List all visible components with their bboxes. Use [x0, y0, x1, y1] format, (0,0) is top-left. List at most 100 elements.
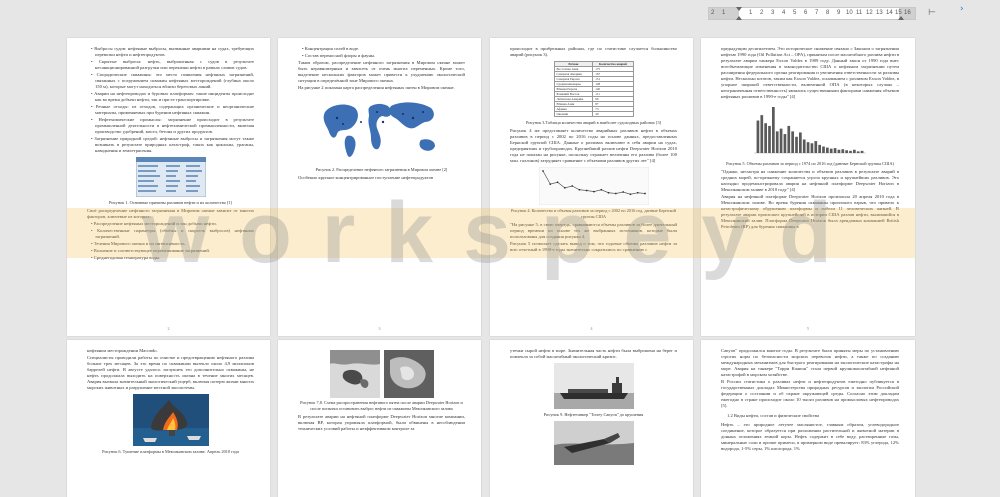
ruler-tick: 6 — [804, 10, 808, 16]
page-number: 4 — [590, 326, 593, 331]
paragraph: Речные отходы: из отходов, содержащих ор… — [87, 104, 254, 116]
chevron-right-icon[interactable]: › — [960, 4, 964, 14]
document-page-5[interactable]: предыдущим десятилетием. Это историческо… — [701, 38, 915, 336]
list-item: Среднегодовая температура воды. — [87, 255, 254, 261]
chart-point — [614, 192, 617, 195]
chart-bar — [833, 148, 837, 153]
paragraph: "На рисунке 5, в свою очередь, сравниваю… — [510, 222, 677, 239]
document-page-8[interactable]: утечки сырой нефти в море. Значительная … — [490, 340, 693, 497]
ruler-tick: 16 — [904, 10, 911, 16]
platform-fire-photo — [132, 394, 209, 446]
chart-bar — [795, 136, 798, 153]
list-item: Волнение и соответствующее перемешивание… — [87, 248, 254, 254]
chart-point — [556, 181, 558, 184]
chart-point — [585, 189, 588, 192]
chart-background — [750, 103, 870, 158]
document-page-3[interactable]: Концентрация солей в воде. Состав перено… — [278, 38, 481, 336]
tanker-wreck-photo — [553, 421, 634, 465]
document-page-6[interactable]: нефтяном месторождении Macondo. Специали… — [67, 340, 270, 497]
paragraph: "Однако, несмотря на снижение количества… — [721, 169, 899, 192]
paragraph: Специалисты проводили работы по очистке … — [87, 355, 254, 390]
paragraph: нефтяном месторождении Macondo. — [87, 348, 158, 353]
ruler-tick: 14 — [886, 10, 893, 16]
paragraph: Рисунок 4 же представляет количество ава… — [510, 128, 677, 163]
paragraph: утечки сырой нефти в море. Значительная … — [510, 348, 677, 359]
chart-point — [599, 188, 602, 191]
document-page-7[interactable]: Рисунок 7,8. Схема распространения нефтя… — [278, 340, 481, 497]
ruler-tick: 10 — [846, 10, 853, 16]
ruler-tick: 11 — [856, 10, 863, 16]
table-cell: 40 — [592, 111, 634, 117]
paragraph: Загрязнение природной средой: нефтяные в… — [87, 136, 254, 154]
ruler-tick: 8 — [826, 10, 830, 16]
paragraph: Особенно крупное концентрированное посту… — [298, 175, 434, 180]
horizontal-ruler[interactable]: 2 1 1 2 3 4 5 6 7 8 9 10 11 12 13 14 15 … — [708, 7, 916, 20]
paragraph: Выбросы судов: нефтяные выбросы, вызванн… — [87, 46, 254, 58]
page-number: 5 — [807, 326, 809, 331]
chart-point — [548, 183, 551, 186]
chart-bar — [818, 144, 821, 153]
paragraph: Авария на нефтяной платформе Deepwater H… — [721, 194, 899, 229]
chart-bar — [829, 148, 833, 153]
chart-bar — [802, 139, 806, 153]
paragraph: Canyon" продолжился многие годы. В резул… — [721, 348, 899, 377]
chart-bar — [806, 142, 810, 153]
left-indent-marker[interactable] — [736, 16, 742, 20]
figure-caption: Рисунок 2. Распределение нефтяного загря… — [315, 167, 448, 172]
paragraph: Рисунок 5 позволяет сделать вывод о том,… — [510, 241, 677, 252]
figure-caption: Рисунок 9. Нефтетанкер "Torrey Canyon" д… — [543, 412, 644, 417]
ruler-tick: 3 — [771, 10, 775, 16]
ruler-tick: 5 — [793, 10, 797, 16]
figure-pair — [298, 350, 465, 398]
table-header-cell: Количество аварий — [592, 61, 634, 67]
chart-bar — [849, 150, 852, 153]
ruler-tick: 1 — [749, 10, 753, 16]
chart-point — [643, 192, 646, 195]
ruler-tick: 4 — [782, 10, 786, 16]
chart-bar — [775, 131, 779, 153]
paragraph: Аварии на нефтепроводах и буровых платфо… — [87, 91, 254, 103]
paragraph: Скрытые выбросы: нефть, выброшенная с су… — [87, 59, 254, 71]
chart-point — [578, 188, 580, 191]
chart-bar — [760, 115, 764, 153]
paragraph: предыдущим десятилетием. Это историческо… — [721, 46, 899, 99]
chart-bar — [853, 149, 856, 153]
list-item: Количественные параметры (объёмы и скоро… — [87, 228, 254, 240]
chart-point — [621, 191, 624, 193]
chart-point — [592, 190, 595, 193]
page-number: 3 — [378, 326, 381, 331]
chart-bar — [756, 120, 760, 153]
chart-point — [541, 170, 544, 172]
ruler-tick: 9 — [837, 10, 841, 16]
list-item: Распределение нефтяных месторождений и з… — [87, 221, 254, 227]
chart-bar — [856, 151, 860, 153]
ruler-tick: 1 — [722, 10, 726, 16]
chart-point — [629, 193, 631, 196]
chart-bar — [860, 150, 864, 153]
paragraph: Таким образом, распределение нефтяного з… — [298, 60, 465, 83]
paragraph: В России статистика о разливах нефти и н… — [721, 379, 899, 408]
document-page-9[interactable]: Canyon" продолжился многие годы. В резул… — [701, 340, 915, 497]
chart-bar — [791, 131, 794, 153]
chart-bar — [837, 149, 841, 153]
figure-4-line-chart — [538, 167, 649, 205]
chart-bar — [810, 143, 814, 153]
first-line-indent-marker[interactable] — [736, 7, 742, 11]
chart-bar — [772, 107, 775, 153]
chart-background — [538, 167, 649, 205]
list-item: Концентрация солей в воде. — [298, 46, 465, 52]
document-page-2[interactable]: Выбросы судов: нефтяные выбросы, вызванн… — [67, 38, 270, 336]
document-page-4[interactable]: происходит в прибрежных районах, где по … — [490, 38, 693, 336]
figure-caption: Рисунок 7,8. Схема распространения нефтя… — [300, 400, 463, 411]
figure-caption: Рисунок 5. Объемы разливов за период с 1… — [726, 161, 894, 166]
ruler-bar: 2 1 1 2 3 4 5 6 7 8 9 10 11 12 13 14 15 … — [0, 0, 1000, 22]
ruler-tick: 7 — [815, 10, 819, 16]
right-indent-marker[interactable] — [898, 16, 904, 20]
world-map-image — [316, 94, 447, 164]
chart-bar — [826, 147, 829, 153]
figure-caption: Рисунок 4. Количество и объемы разливов … — [511, 208, 676, 219]
oil-spill-satellite-image — [383, 350, 434, 398]
chart-bar — [845, 150, 848, 153]
chart-point — [563, 186, 566, 189]
figure-caption: Рисунок 1. Основные причины разливов неф… — [109, 200, 232, 205]
